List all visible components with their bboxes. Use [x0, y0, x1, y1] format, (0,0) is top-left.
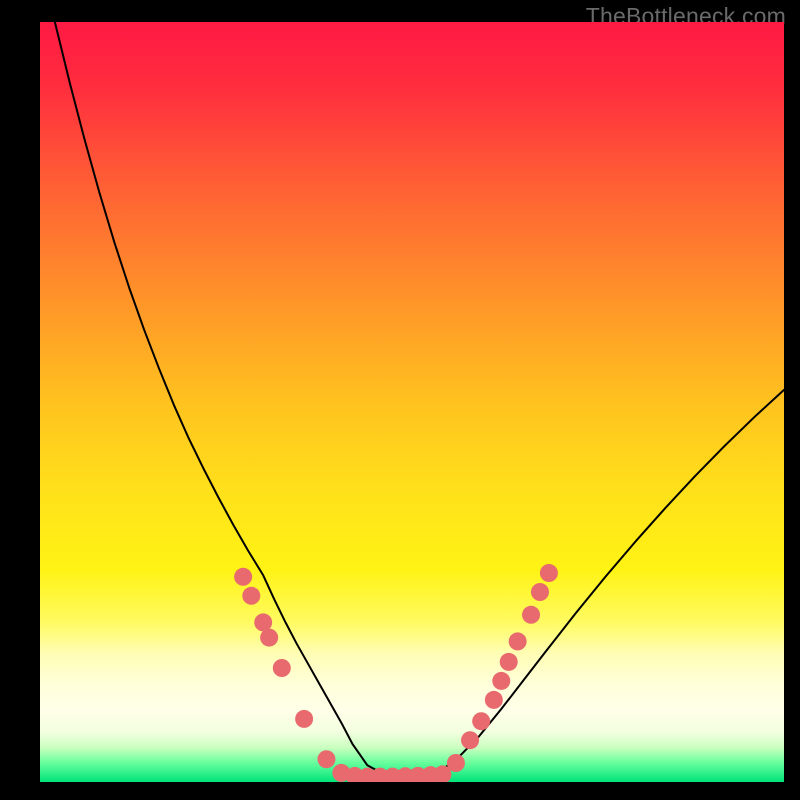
- plot-area: [40, 22, 784, 782]
- chart-svg: [40, 22, 784, 782]
- highlight-dot: [472, 712, 490, 730]
- highlight-dot: [492, 672, 510, 690]
- gradient-background: [40, 22, 784, 782]
- highlight-dot: [242, 587, 260, 605]
- highlight-dot: [485, 691, 503, 709]
- highlight-dot: [531, 583, 549, 601]
- chart-frame: TheBottleneck.com: [0, 0, 800, 800]
- highlight-dot: [522, 606, 540, 624]
- highlight-dot: [260, 629, 278, 647]
- highlight-dot: [461, 731, 479, 749]
- highlight-dot: [447, 754, 465, 772]
- highlight-dot: [540, 564, 558, 582]
- highlight-dot: [317, 750, 335, 768]
- highlight-dot: [295, 710, 313, 728]
- highlight-dot: [234, 568, 252, 586]
- highlight-dot: [273, 659, 291, 677]
- highlight-dot: [500, 653, 518, 671]
- highlight-dot: [509, 632, 527, 650]
